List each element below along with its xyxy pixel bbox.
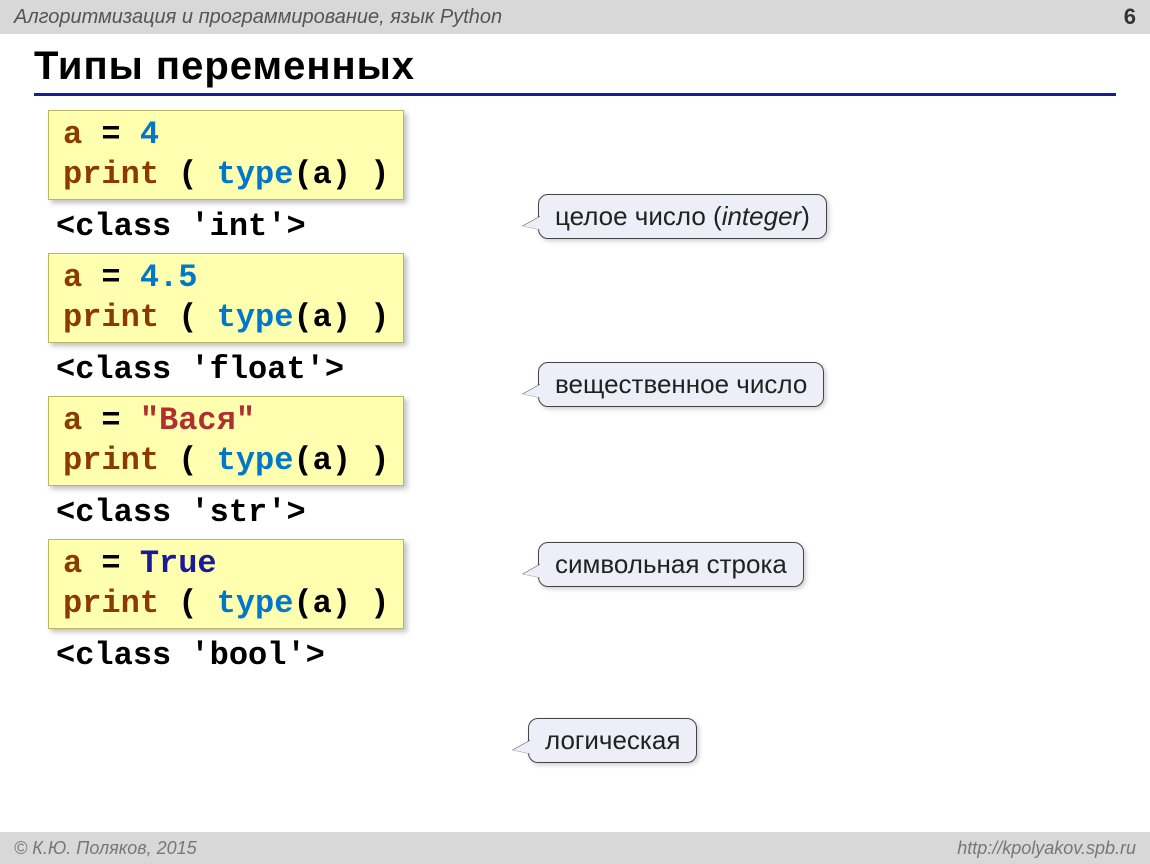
callout: логическая [528,718,697,763]
code-line-print: print ( type(a) ) [63,584,389,624]
output-line: <class 'str'> [56,494,1150,531]
header-title: Алгоритмизация и программирование, язык … [14,6,502,29]
footer-bar: © К.Ю. Поляков, 2015 http://kpolyakov.sp… [0,832,1150,864]
code-line-assign: a = 4.5 [63,258,389,298]
code-line-print: print ( type(a) ) [63,298,389,338]
code-line-assign: a = True [63,544,389,584]
code-box: a = 4print ( type(a) ) [48,110,404,200]
code-line-print: print ( type(a) ) [63,441,389,481]
callout: целое число (integer) [538,194,827,239]
callout-tail [523,216,541,230]
callout-tail [523,564,541,578]
code-line-assign: a = "Вася" [63,401,389,441]
callout: вещественное число [538,362,824,407]
footer-url: http://kpolyakov.spb.ru [957,838,1136,859]
slide-title: Типы переменных [34,44,1150,89]
code-box: a = Trueprint ( type(a) ) [48,539,404,629]
footer-copyright: © К.Ю. Поляков, 2015 [14,838,197,859]
content-area: a = 4print ( type(a) )<class 'int'>целое… [48,104,1150,674]
page-number: 6 [1124,4,1136,30]
code-line-print: print ( type(a) ) [63,155,389,195]
callout-tail [513,740,531,754]
output-line: <class 'bool'> [56,637,1150,674]
code-box: a = 4.5print ( type(a) ) [48,253,404,343]
code-line-assign: a = 4 [63,115,389,155]
callout: символьная строка [538,542,804,587]
code-box: a = "Вася"print ( type(a) ) [48,396,404,486]
title-rule [34,93,1116,96]
callout-tail [523,384,541,398]
header-bar: Алгоритмизация и программирование, язык … [0,0,1150,34]
